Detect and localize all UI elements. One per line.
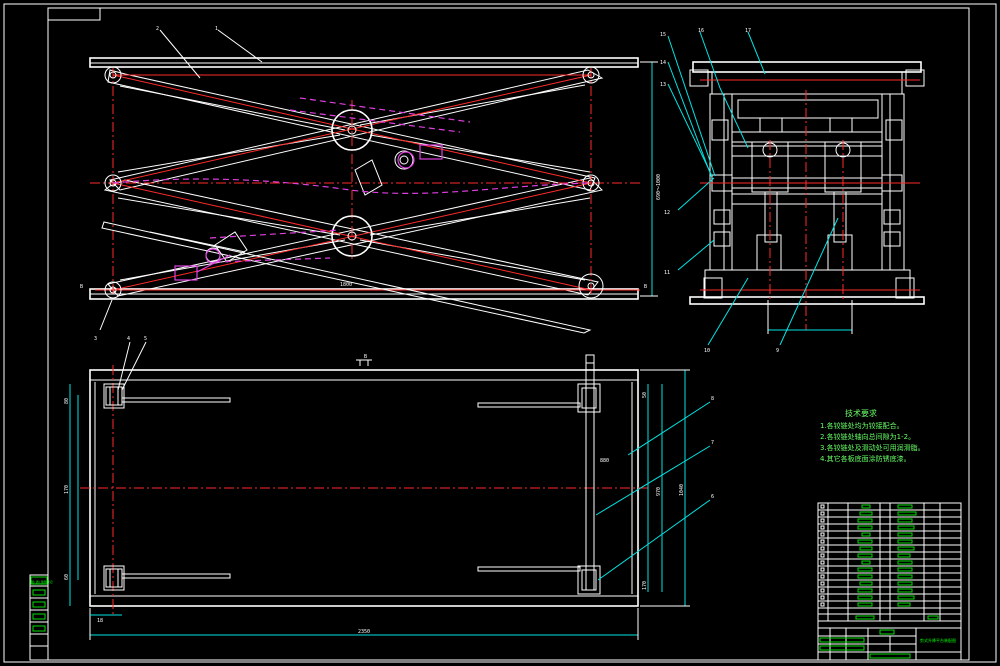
part-label-17: 17 bbox=[745, 28, 751, 34]
part-label-5: 5 bbox=[144, 336, 147, 342]
small-dimension-b: 60 bbox=[64, 574, 70, 580]
part-label-14: 14 bbox=[660, 60, 666, 66]
section-mark-b-right: B bbox=[644, 284, 647, 290]
part-label-4: 4 bbox=[127, 336, 130, 342]
plan-depth-dimension: 970 bbox=[656, 487, 662, 496]
part-label-15: 15 bbox=[660, 32, 666, 38]
part-label-13: 13 bbox=[660, 82, 666, 88]
part-label-6: 6 bbox=[711, 494, 714, 500]
section-mark-b-left: B bbox=[80, 284, 83, 290]
part-label-16: 16 bbox=[698, 28, 704, 34]
part-label-1: 1 bbox=[215, 26, 218, 32]
requirement-4: 4.其它各板底面涂防锈底漆。 bbox=[820, 454, 911, 463]
height-dimension-text: 690～1000 bbox=[656, 174, 662, 200]
view-b-label: B bbox=[364, 354, 367, 360]
small-dimension-f: 880 bbox=[600, 458, 609, 464]
part-label-9: 9 bbox=[776, 348, 779, 354]
part-label-7: 7 bbox=[711, 440, 714, 446]
side-stamp-label: 借(通)用件登记 bbox=[31, 579, 53, 584]
drawing-name: 剪式升降平台装配图 bbox=[920, 637, 956, 643]
small-dimension-c: 170 bbox=[64, 485, 70, 494]
small-dimension-d: 170 bbox=[642, 581, 648, 590]
small-dimension-e: 18 bbox=[97, 618, 103, 624]
requirements-title: 技术要求 bbox=[845, 408, 877, 418]
part-label-2: 2 bbox=[156, 26, 159, 32]
plan-width-dimension: 1040 bbox=[679, 484, 685, 496]
requirement-1: 1.各铰链处均为铰接配合。 bbox=[820, 421, 904, 430]
small-dimension-g: 50 bbox=[642, 392, 648, 398]
small-dimension-a: 80 bbox=[64, 398, 70, 404]
part-label-11: 11 bbox=[664, 270, 670, 276]
requirement-3: 3.各铰链处及滑动处可用润滑脂。 bbox=[820, 443, 925, 452]
requirement-2: 2.各铰链处轴向总间隙为1-2。 bbox=[820, 432, 915, 441]
part-label-12: 12 bbox=[664, 210, 670, 216]
part-label-10: 10 bbox=[704, 348, 710, 354]
total-length-dimension: 2350 bbox=[358, 629, 370, 635]
part-label-8: 8 bbox=[711, 396, 714, 402]
base-width-dimension: 1800 bbox=[340, 282, 352, 288]
assembly-drawing-canvas: 借(通)用件登记 2 1 3 B B 690～1000 1800 15 14 1… bbox=[0, 0, 1000, 666]
part-label-3: 3 bbox=[94, 336, 97, 342]
